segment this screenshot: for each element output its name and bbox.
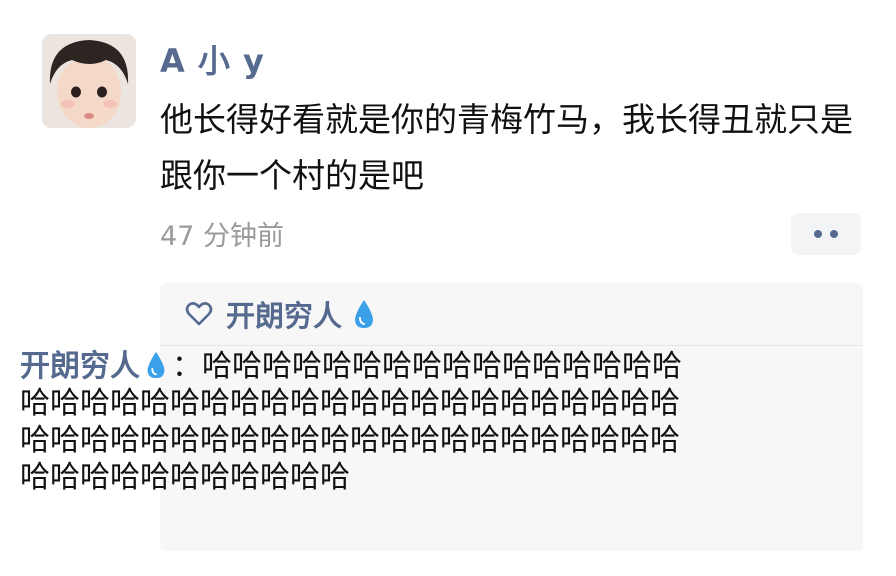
likes-row: 开朗穷人: [160, 283, 863, 345]
heart-icon: [185, 302, 213, 326]
droplet-icon: [147, 351, 165, 379]
avatar-image: [42, 34, 136, 128]
avatar[interactable]: [42, 34, 136, 128]
comment-separator: ：: [172, 349, 202, 384]
droplet-icon: [355, 300, 374, 328]
comment-author[interactable]: 开朗穷人: [20, 349, 140, 384]
post-text: 他长得好看就是你的青梅竹马，我长得丑就只是跟你一个村的是吧: [160, 100, 853, 195]
divider: [160, 345, 863, 346]
more-options-button[interactable]: [791, 213, 861, 255]
timestamp: 47 分钟前: [160, 221, 284, 252]
username[interactable]: A 小 y: [160, 36, 265, 82]
dot-icon: [814, 230, 822, 238]
liker-name[interactable]: 开朗穷人: [226, 293, 342, 335]
comment[interactable]: 开朗穷人 ：哈哈哈哈哈哈哈哈哈哈哈哈哈哈哈哈哈哈哈哈哈哈哈哈哈哈哈哈哈哈哈哈哈哈…: [20, 348, 690, 496]
dot-icon: [830, 230, 838, 238]
